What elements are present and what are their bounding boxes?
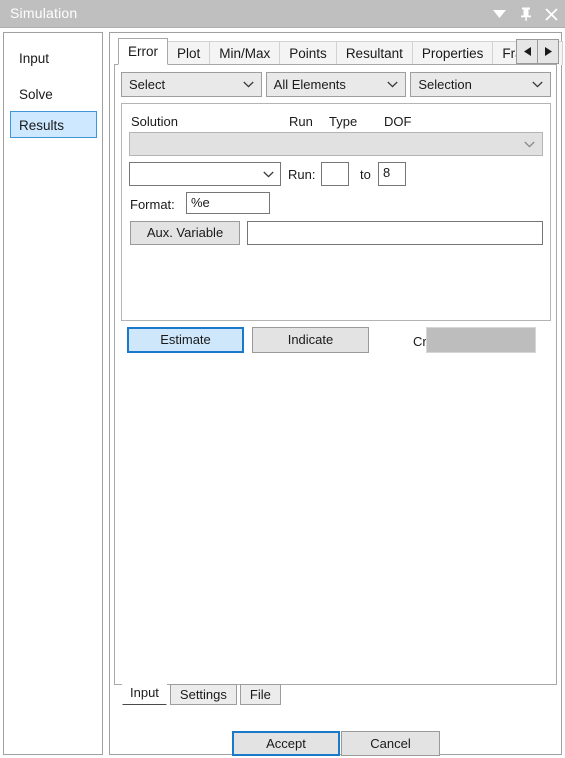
title-bar: Simulation — [0, 0, 565, 28]
combo-value: Select — [129, 77, 166, 92]
tab-label: Properties — [421, 46, 484, 61]
criteria-field — [426, 327, 536, 353]
format-label: Format: — [130, 197, 175, 212]
navigation-sidebar: Input Solve Results — [3, 32, 103, 755]
sidebar-item-label: Solve — [19, 87, 53, 102]
tab-properties[interactable]: Properties — [411, 41, 494, 65]
chevron-down-icon — [263, 163, 274, 185]
combo-value: All Elements — [273, 77, 346, 92]
column-header-run: Run — [289, 114, 313, 129]
selection-combo[interactable]: Selection — [410, 72, 552, 97]
bottom-tab-label: Input — [130, 685, 159, 700]
auto-hide-pin-icon[interactable] — [518, 6, 533, 22]
element-scope-combo[interactable]: All Elements — [265, 72, 407, 97]
right-arrow-icon[interactable] — [537, 39, 559, 64]
chevron-down-icon — [387, 73, 398, 96]
tab-label: Points — [289, 46, 327, 61]
bottom-tab-label: Settings — [179, 687, 227, 702]
solution-group-box: Solution Run Type DOF Run: to 8 Format: … — [121, 103, 551, 321]
bottom-tab-label: File — [249, 687, 271, 702]
run-label: Run: — [288, 167, 316, 182]
tab-scroll-buttons — [516, 39, 559, 64]
cancel-button[interactable]: Cancel — [341, 731, 440, 756]
bottom-tab-list: Input Settings File — [122, 681, 284, 705]
bottom-tab-settings[interactable]: Settings — [169, 684, 237, 705]
accept-button[interactable]: Accept — [232, 731, 340, 756]
sidebar-item-label: Input — [19, 51, 50, 66]
tab-points[interactable]: Points — [279, 41, 337, 65]
column-header-solution: Solution — [131, 114, 178, 129]
tab-min-max[interactable]: Min/Max — [209, 41, 281, 65]
sidebar-item-input[interactable]: Input — [10, 44, 97, 71]
tab-label: Resultant — [345, 46, 403, 61]
tab-list: Error Plot Min/Max Points Resultant Prop… — [118, 38, 563, 65]
close-icon[interactable] — [544, 6, 559, 22]
sidebar-item-label: Results — [19, 118, 65, 133]
chevron-down-icon — [243, 73, 254, 96]
to-label: to — [360, 167, 371, 182]
sidebar-item-solve[interactable]: Solve — [10, 80, 97, 107]
tab-strip: Error Plot Min/Max Points Resultant Prop… — [110, 38, 563, 65]
error-tab-page: Select All Elements Selection Solution R… — [114, 64, 557, 685]
tab-resultant[interactable]: Resultant — [335, 41, 413, 65]
run-selection-combo[interactable] — [129, 162, 281, 186]
window-menu-dropdown-icon[interactable] — [492, 6, 507, 22]
left-arrow-icon[interactable] — [516, 39, 538, 64]
aux-variable-input[interactable] — [247, 221, 543, 245]
window-title: Simulation — [10, 5, 78, 21]
bottom-tab-file[interactable]: File — [239, 684, 281, 705]
simulation-window: Simulation Input Solve Results Error Plo… — [0, 0, 565, 758]
bottom-tab-input[interactable]: Input — [122, 681, 167, 705]
aux-variable-button[interactable]: Aux. Variable — [130, 221, 240, 245]
sidebar-item-results[interactable]: Results — [10, 111, 97, 138]
action-row: Estimate Indicate Criteria: — [121, 327, 551, 353]
run-to-input[interactable]: 8 — [378, 162, 406, 186]
solution-combo[interactable] — [129, 132, 543, 156]
combo-value: Selection — [418, 77, 472, 92]
column-header-type: Type — [329, 114, 358, 129]
chevron-down-icon — [524, 133, 535, 155]
tab-label: Plot — [177, 46, 201, 61]
chevron-down-icon — [532, 73, 543, 96]
tab-label: Min/Max — [219, 46, 271, 61]
tab-error[interactable]: Error — [118, 38, 168, 65]
select-mode-combo[interactable]: Select — [121, 72, 262, 97]
indicate-button[interactable]: Indicate — [252, 327, 369, 353]
run-from-input[interactable] — [321, 162, 349, 186]
tab-plot[interactable]: Plot — [167, 41, 211, 65]
estimate-button[interactable]: Estimate — [127, 327, 244, 353]
main-panel: Error Plot Min/Max Points Resultant Prop… — [109, 32, 563, 756]
title-bar-controls — [492, 0, 559, 28]
tab-label: Error — [128, 44, 158, 59]
selector-row: Select All Elements Selection — [121, 72, 552, 97]
column-header-dof: DOF — [384, 114, 412, 129]
format-input[interactable]: %e — [186, 192, 270, 214]
